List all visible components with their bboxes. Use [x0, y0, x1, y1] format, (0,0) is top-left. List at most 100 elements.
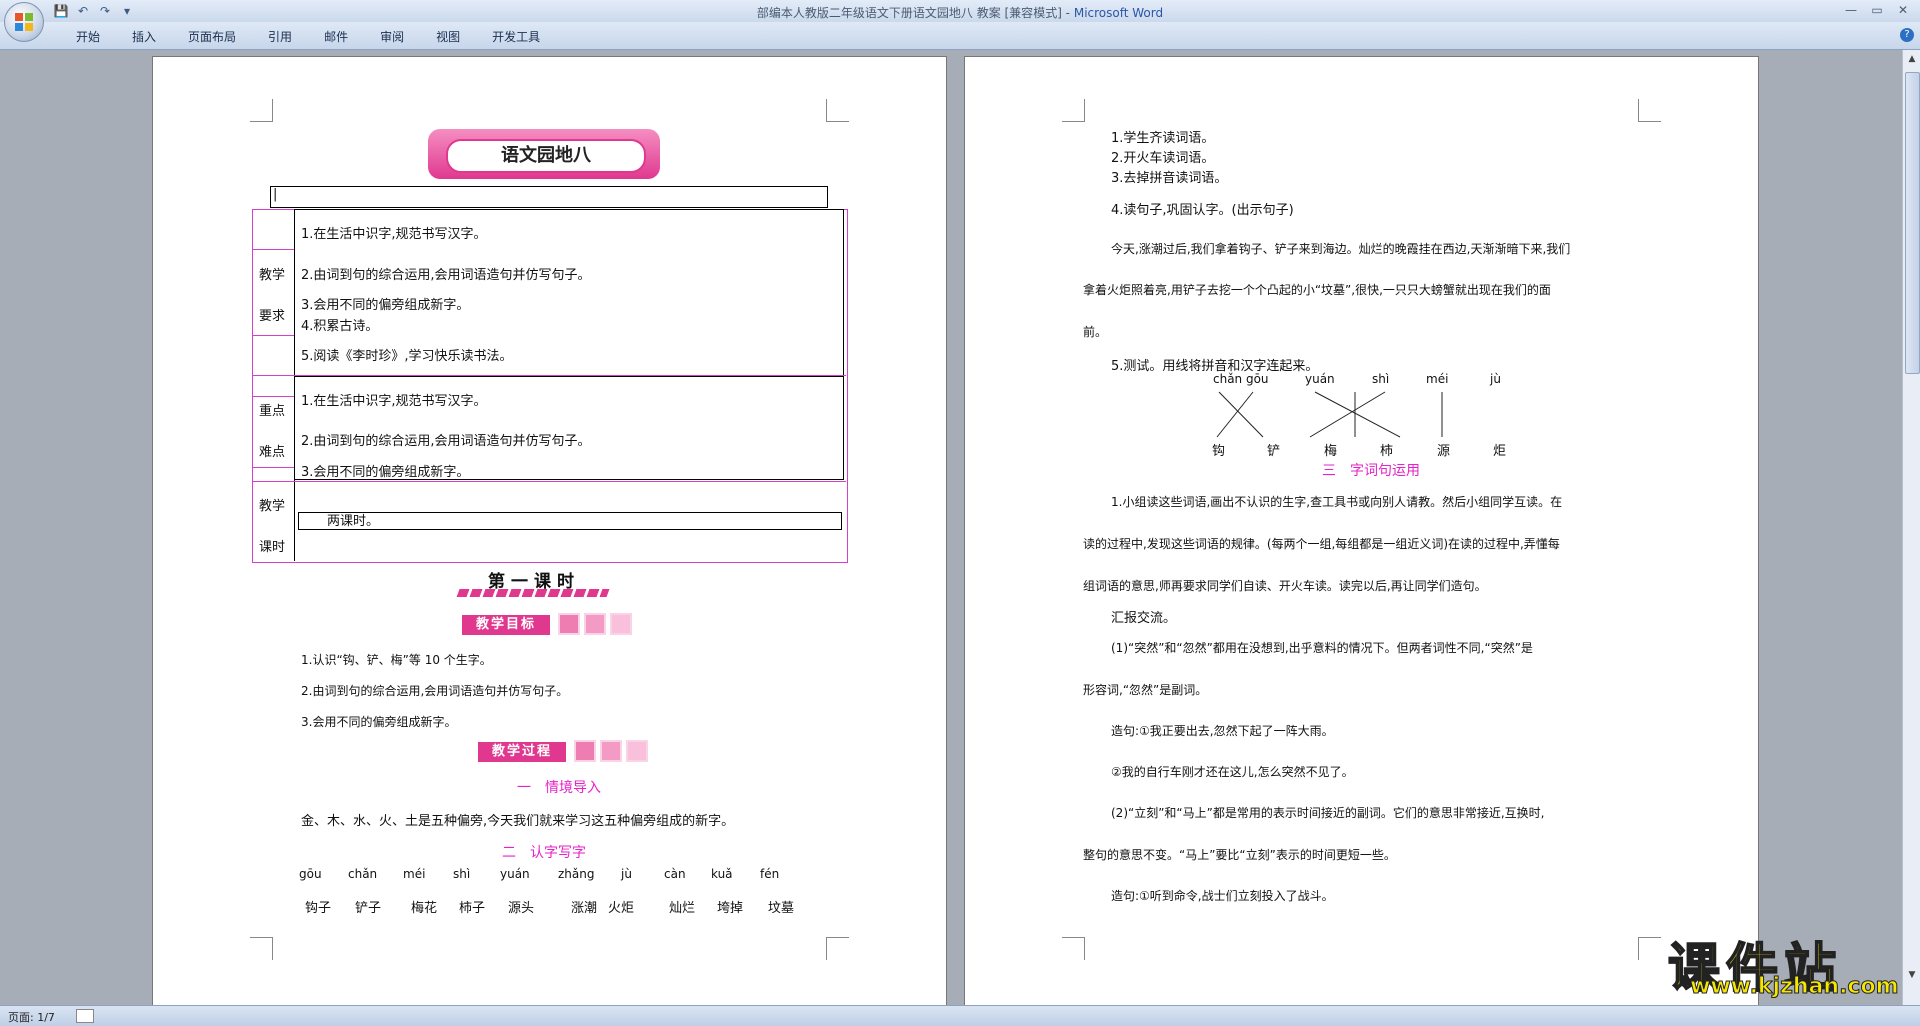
match-pinyin: shì — [1372, 372, 1390, 386]
matching-lines — [1216, 391, 1443, 438]
paragraph: 4.读句子,巩固认字。(出示句子) — [1111, 203, 1294, 218]
paragraph: 1.学生齐读词语。 — [1111, 131, 1215, 146]
row-label: 教学 — [259, 268, 286, 283]
decor-square — [610, 613, 632, 635]
match-char: 铲 — [1267, 444, 1281, 459]
word: 坟墓 — [768, 901, 795, 916]
word: 涨潮 — [571, 901, 598, 916]
office-button[interactable] — [4, 2, 44, 42]
table-item: 3.会用不同的偏旁组成新字。 — [301, 298, 470, 313]
table-item: 2.由词到句的综合运用,会用词语造句并仿写句子。 — [301, 268, 591, 283]
match-char: 钩 — [1212, 444, 1226, 459]
page-count[interactable]: 页面: 1/7 — [8, 1009, 55, 1025]
office-logo-icon — [15, 13, 33, 31]
crop-mark — [1638, 99, 1661, 122]
paragraph: 整句的意思不变。“马上”要比“立刻”表示的时间更短一些。 — [1083, 848, 1396, 862]
word: 铲子 — [355, 901, 382, 916]
ribbon: 开始 插入 页面布局 引用 邮件 审阅 视图 开发工具 ? — [0, 22, 1920, 50]
scrollbar-thumb[interactable] — [1905, 72, 1920, 374]
table-item: 4.积累古诗。 — [301, 319, 379, 334]
close-button[interactable]: ✕ — [1890, 2, 1916, 19]
document-page-2[interactable]: 1.学生齐读词语。 2.开火车读词语。 3.去掉拼音读词语。 4.读句子,巩固认… — [964, 56, 1759, 1008]
match-pinyin: chǎn gōu — [1213, 372, 1269, 386]
pinyin: càn — [664, 867, 686, 881]
paragraph: 拿着火炬照着亮,用铲子去挖一个个凸起的小“坟墓”,很快,一只只大螃蟹就出现在我们… — [1083, 283, 1551, 297]
tab-home[interactable]: 开始 — [60, 28, 116, 45]
crop-mark — [250, 937, 273, 960]
decor-square — [626, 740, 648, 762]
tab-references[interactable]: 引用 — [252, 28, 308, 45]
section-heading: 三 字词句运用 — [1322, 463, 1420, 479]
pinyin: gōu — [299, 867, 322, 881]
tab-review[interactable]: 审阅 — [364, 28, 420, 45]
title-bar: 💾 ↶ ↷ ▾ 部编本人教版二年级语文下册语文园地八 教案 [兼容模式] - M… — [0, 0, 1920, 22]
paragraph: (1)“突然”和“忽然”都用在没想到,出乎意料的情况下。但两者词性不同,“突然”… — [1111, 641, 1533, 655]
row-divider — [252, 481, 846, 482]
row-divider — [252, 467, 294, 468]
crop-mark — [826, 937, 849, 960]
brand-watermark: 课件站 www.kjzhan.com — [1667, 926, 1899, 1001]
match-pinyin: yuán — [1305, 372, 1335, 386]
hours-value: 两课时。 — [298, 512, 842, 530]
decor-square — [584, 613, 606, 635]
goal-label: 教学目标 — [462, 615, 550, 635]
document-page-1[interactable]: 语文园地八 | 教学 要求 1.在生活中识字,规范书写汉字。 2.由词到句的综合… — [152, 56, 947, 1008]
paragraph: ②我的自行车刚才还在这儿,怎么突然不见了。 — [1111, 765, 1354, 779]
pinyin: kuǎ — [711, 867, 733, 881]
row-label: 要求 — [259, 309, 286, 324]
word: 源头 — [508, 901, 535, 916]
document-title: 部编本人教版二年级语文下册语文园地八 教案 [兼容模式] - — [756, 6, 1074, 20]
match-char: 炬 — [1493, 444, 1507, 459]
tab-page-layout[interactable]: 页面布局 — [172, 28, 252, 45]
pinyin: jù — [621, 867, 632, 881]
table-item: 3.会用不同的偏旁组成新字。 — [301, 465, 470, 480]
table-item: 2.由词到句的综合运用,会用词语造句并仿写句子。 — [301, 434, 591, 449]
ribbon-tabs: 开始 插入 页面布局 引用 邮件 审阅 视图 开发工具 — [60, 28, 556, 45]
paragraph: 造句:①我正要出去,忽然下起了一阵大雨。 — [1111, 724, 1334, 738]
crop-mark — [1062, 937, 1085, 960]
minimize-button[interactable]: — — [1838, 2, 1864, 19]
paragraph: 2.开火车读词语。 — [1111, 151, 1215, 166]
scroll-down-icon[interactable]: ▼ — [1906, 970, 1918, 982]
table-item: 1.在生活中识字,规范书写汉字。 — [301, 227, 487, 242]
brand-url: www.kjzhan.com — [1690, 974, 1900, 1000]
section-heading: 一 情境导入 — [517, 780, 601, 796]
paragraph: 汇报交流。 — [1111, 611, 1177, 626]
vertical-scrollbar[interactable]: ▲ ▼ — [1902, 50, 1920, 1005]
paragraph: 形容词,“忽然”是副词。 — [1083, 683, 1208, 697]
decor-square — [600, 740, 622, 762]
tab-mailings[interactable]: 邮件 — [308, 28, 364, 45]
row-label: 重点 — [259, 404, 286, 419]
scroll-up-icon[interactable]: ▲ — [1906, 54, 1918, 66]
paragraph: 前。 — [1083, 325, 1108, 339]
section-heading: 二 认字写字 — [502, 845, 586, 861]
window-title: 部编本人教版二年级语文下册语文园地八 教案 [兼容模式] - Microsoft… — [0, 4, 1920, 21]
match-pinyin: jù — [1490, 372, 1501, 386]
pinyin: fén — [760, 867, 780, 881]
crop-mark — [1638, 937, 1661, 960]
row-divider — [252, 335, 294, 336]
goal-item: 3.会用不同的偏旁组成新字。 — [301, 715, 457, 729]
match-char: 源 — [1437, 444, 1451, 459]
tab-developer[interactable]: 开发工具 — [476, 28, 556, 45]
title-input-box[interactable]: | — [270, 186, 828, 208]
row-label: 课时 — [259, 540, 286, 555]
help-icon[interactable]: ? — [1900, 28, 1914, 42]
table-item: 5.阅读《李时珍》,学习快乐读书法。 — [301, 349, 513, 364]
row-divider — [252, 249, 294, 250]
status-bar: 页面: 1/7 — [0, 1005, 1920, 1026]
tab-insert[interactable]: 插入 — [116, 28, 172, 45]
title-underline — [456, 589, 610, 597]
crop-mark — [250, 99, 273, 122]
paragraph: 1.小组读这些词语,画出不认识的生字,查工具书或向别人请教。然后小组同学互读。在 — [1111, 495, 1563, 509]
paragraph: 造句:①听到命令,战士们立刻投入了战斗。 — [1111, 889, 1334, 903]
goal-item: 2.由词到句的综合运用,会用词语造句并仿写句子。 — [301, 684, 569, 698]
tab-view[interactable]: 视图 — [420, 28, 476, 45]
paragraph: 组词语的意思,师再要求同学们自读、开火车读。读完以后,再让同学们造句。 — [1083, 579, 1487, 593]
maximize-button[interactable]: ▭ — [1864, 2, 1890, 19]
word: 钩子 — [305, 901, 332, 916]
proofing-icon[interactable] — [76, 1009, 94, 1023]
word: 柿子 — [459, 901, 486, 916]
row-divider — [252, 396, 294, 397]
pinyin: shì — [453, 867, 471, 881]
